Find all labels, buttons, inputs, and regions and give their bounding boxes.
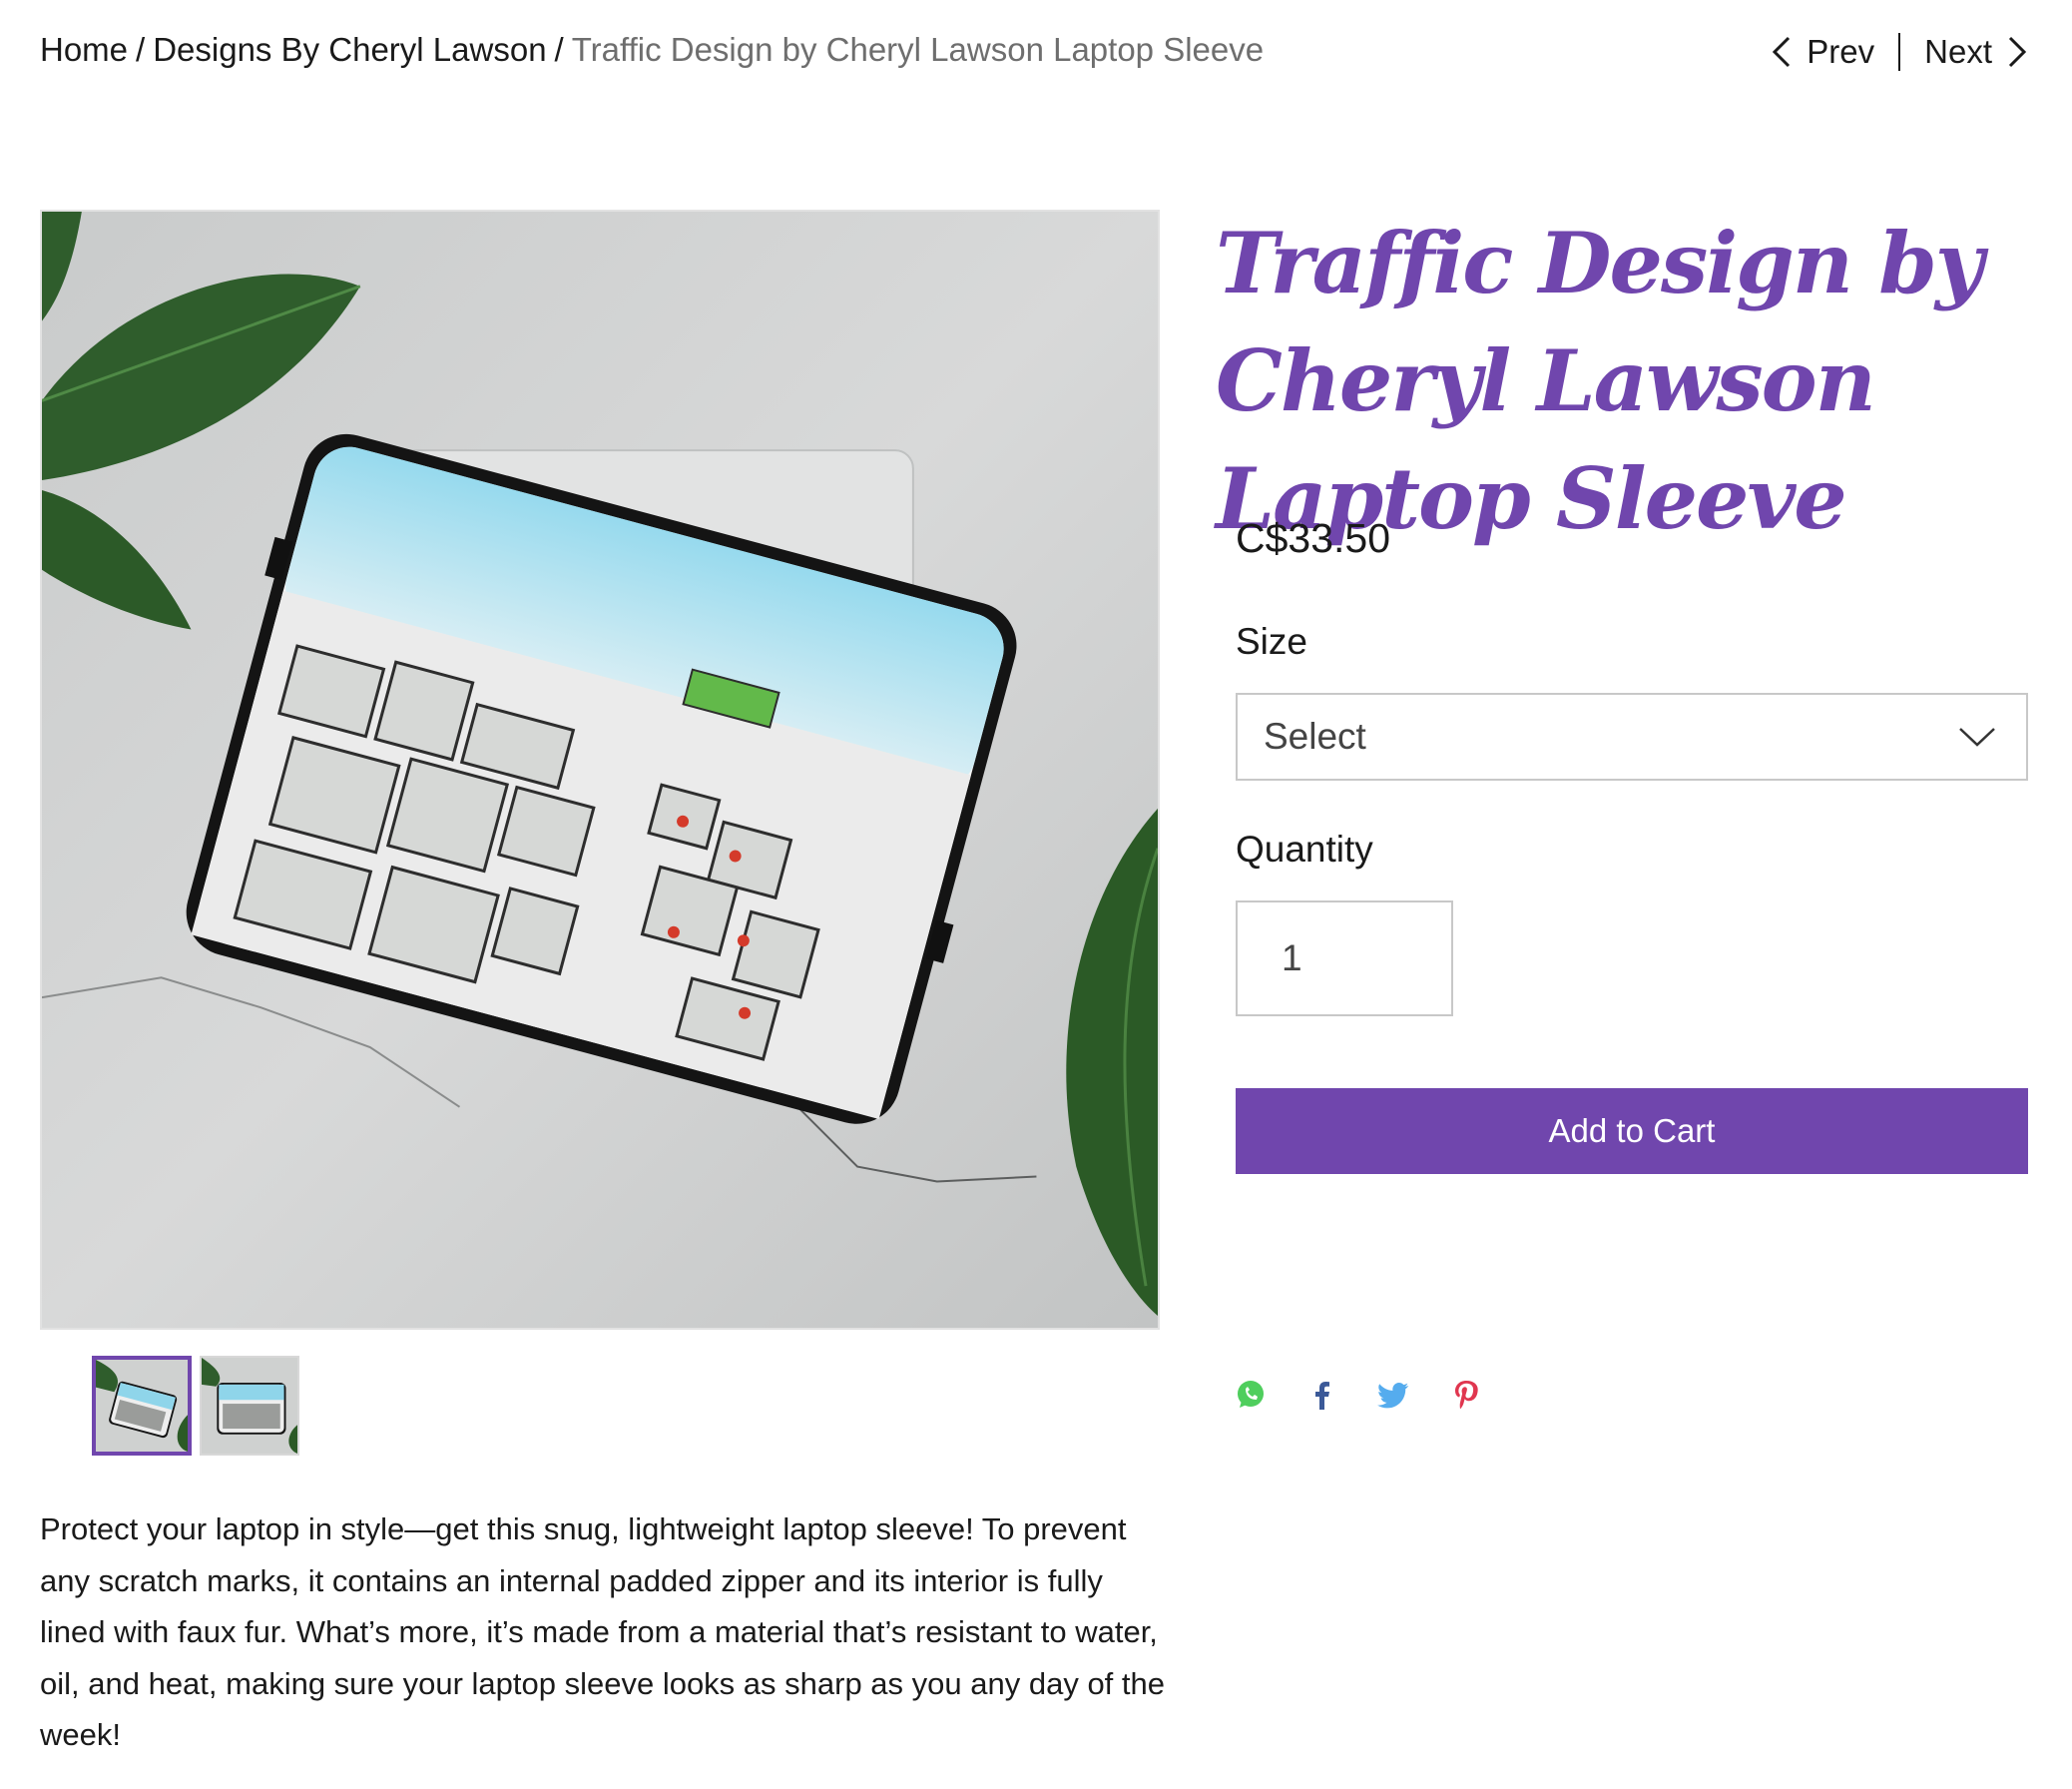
product-pager: Prev Next (1771, 26, 2028, 78)
next-button[interactable]: Next (1924, 33, 2028, 71)
prev-button[interactable]: Prev (1771, 33, 1874, 71)
facebook-icon[interactable] (1305, 1378, 1339, 1412)
size-selected-value: Select (1264, 716, 1366, 757)
chevron-down-icon (1959, 728, 1995, 747)
product-title: Traffic Design by Cheryl Lawson Laptop S… (1216, 214, 1984, 548)
thumbnail-2[interactable] (200, 1356, 299, 1456)
add-to-cart-button[interactable]: Add to Cart (1236, 1088, 2028, 1174)
pinterest-icon[interactable] (1449, 1378, 1483, 1412)
whatsapp-icon[interactable] (1234, 1378, 1268, 1412)
breadcrumb-current: Traffic Design by Cheryl Lawson Laptop S… (571, 31, 1265, 68)
laptop-sleeve-photo (42, 212, 1158, 1328)
pager-divider (1898, 33, 1901, 71)
product-price: C$33.50 (1236, 515, 1391, 561)
breadcrumb: Home / Designs By Cheryl Lawson / Traffic De… (40, 28, 1264, 72)
chevron-right-icon (2008, 36, 2027, 68)
prev-label: Prev (1807, 33, 1875, 70)
next-label: Next (1924, 33, 1992, 70)
breadcrumb-separator: / (136, 31, 146, 68)
quantity-input[interactable] (1236, 900, 1453, 1016)
breadcrumb-category-link[interactable]: Designs By Cheryl Lawson (153, 31, 546, 68)
product-description: Protect your laptop in style—get this sn… (40, 1511, 1166, 1752)
product-main-image[interactable] (40, 210, 1160, 1330)
quantity-label: Quantity (1236, 829, 1373, 870)
twitter-icon[interactable] (1377, 1378, 1411, 1412)
size-label: Size (1236, 621, 1307, 662)
breadcrumb-separator: / (554, 31, 564, 68)
chevron-left-icon (1773, 36, 1791, 68)
size-dropdown[interactable]: Select (1236, 693, 2028, 781)
share-icons (1234, 1378, 1483, 1412)
breadcrumb-home-link[interactable]: Home (40, 31, 128, 68)
thumbnail-strip (92, 1356, 299, 1456)
thumbnail-1[interactable] (92, 1356, 192, 1456)
